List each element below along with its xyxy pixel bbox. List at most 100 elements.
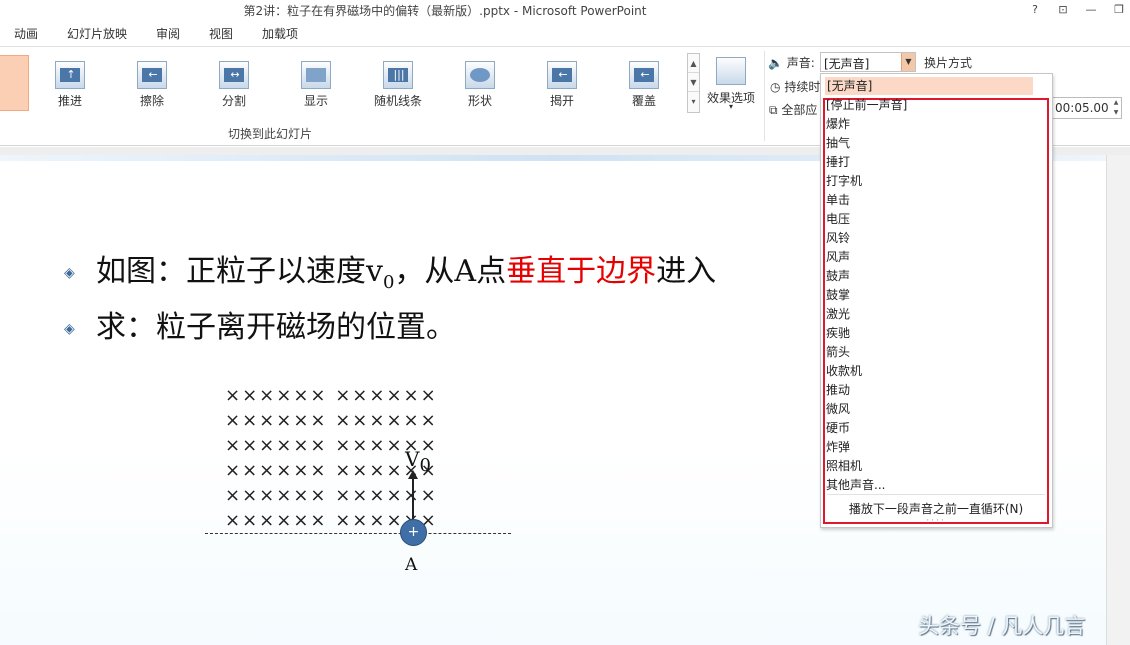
- dropdown-item[interactable]: 其他声音...: [826, 476, 1046, 495]
- dropdown-item[interactable]: 爆炸: [826, 115, 1046, 134]
- effect-options-icon: [716, 57, 746, 85]
- dropdown-item[interactable]: 硬币: [826, 419, 1046, 438]
- minimize-button[interactable]: —: [1080, 1, 1102, 19]
- tab-addins[interactable]: 加载项: [262, 25, 298, 42]
- sound-select[interactable]: [无声音] ▼: [820, 52, 916, 72]
- time-spinner[interactable]: ▲ ▼: [1111, 98, 1121, 118]
- tab-slideshow[interactable]: 幻灯片放映: [67, 25, 127, 42]
- duration-label: 持续时: [784, 80, 821, 94]
- resize-grip-icon[interactable]: ····: [825, 516, 1047, 526]
- push-icon: ↑: [55, 61, 85, 89]
- dropdown-item[interactable]: 单击: [826, 191, 1046, 210]
- dropdown-item[interactable]: 收款机: [826, 362, 1046, 381]
- bullet-1-mid: ，从A点: [394, 254, 507, 289]
- loop-sound-option[interactable]: 播放下一段声音之前一直循环(N): [825, 500, 1047, 517]
- bullet-diamond-icon: ◈: [64, 321, 75, 337]
- dropdown-item[interactable]: 微风: [826, 400, 1046, 419]
- effect-label: 覆盖: [631, 94, 656, 108]
- restore-button[interactable]: ❐: [1108, 1, 1130, 19]
- split-icon: ↔: [219, 61, 249, 89]
- scroll-up-icon[interactable]: ▲: [688, 54, 699, 73]
- apply-all-button[interactable]: ⧉ 全部应: [769, 101, 817, 118]
- effect-label: 揭开: [549, 94, 574, 108]
- window-title: 第2讲：粒子在有界磁场中的偏转（最新版）.pptx - Microsoft Po…: [243, 4, 647, 18]
- slide-bullet-2: ◈ 求：粒子离开磁场的位置。: [64, 302, 456, 346]
- velocity-label: V0: [405, 447, 431, 476]
- clock-icon: ◷: [770, 80, 781, 94]
- group-divider: [764, 51, 765, 141]
- cover-icon: ←: [629, 61, 659, 89]
- sound-row: 🔈 声音:: [768, 54, 815, 71]
- advance-label: 换片方式: [924, 56, 973, 70]
- dropdown-item[interactable]: 鼓掌: [826, 286, 1046, 305]
- effect-label: 推进: [57, 94, 82, 108]
- advance-time-value: 00:05.00: [1055, 101, 1109, 115]
- bullet-diamond-icon: ◈: [64, 265, 75, 281]
- effect-label: 分割: [221, 94, 246, 108]
- effect-wipe-button[interactable]: ← 擦除: [117, 59, 187, 109]
- effect-cover-button[interactable]: ← 覆盖: [609, 59, 679, 109]
- bullet-2-text: 求：粒子离开磁场的位置。: [96, 310, 456, 345]
- effect-label: 显示: [303, 94, 328, 108]
- advance-time-input[interactable]: 00:05.00 ▲ ▼: [1052, 97, 1122, 119]
- vertical-scrollbar[interactable]: [1106, 155, 1130, 645]
- sound-label: 声音:: [786, 56, 815, 70]
- tab-review[interactable]: 审阅: [156, 25, 180, 42]
- dropdown-item[interactable]: [停止前一声音]: [826, 96, 1046, 115]
- scroll-down-icon[interactable]: ▼: [688, 73, 699, 92]
- effect-shape-button[interactable]: 形状: [445, 59, 515, 109]
- slide-bullet-1: ◈ 如图：正粒子以速度v0，从A点垂直于边界进入: [64, 246, 716, 293]
- dropdown-item[interactable]: 电压: [826, 210, 1046, 229]
- dropdown-item[interactable]: 疾驰: [826, 324, 1046, 343]
- random-bars-icon: |||: [383, 61, 413, 89]
- dropdown-item[interactable]: 打字机: [826, 172, 1046, 191]
- velocity-arrow: [412, 476, 414, 520]
- dropdown-item[interactable]: 箭头: [826, 343, 1046, 362]
- effect-label: 擦除: [139, 94, 164, 108]
- field-boundary-line: [205, 533, 511, 534]
- dropdown-item[interactable]: 照相机: [826, 457, 1046, 476]
- dropdown-item[interactable]: 推动: [826, 381, 1046, 400]
- effect-options-button[interactable]: 效果选项 ▾: [703, 55, 759, 115]
- group-label: 切换到此幻灯片: [227, 127, 312, 141]
- reveal-icon: [301, 61, 331, 89]
- wipe-icon: ←: [137, 61, 167, 89]
- ribbon-display-icon[interactable]: ⊡: [1052, 1, 1074, 19]
- velocity-subscript: 0: [382, 272, 395, 293]
- sound-select-value: [无声音]: [824, 57, 870, 71]
- field-row: ×××××× ××××××: [225, 485, 438, 506]
- dropdown-item[interactable]: 风铃: [826, 229, 1046, 248]
- dropdown-item[interactable]: 激光: [826, 305, 1046, 324]
- gallery-scrollbar[interactable]: ▲ ▼ ▾: [687, 53, 700, 113]
- tab-view[interactable]: 视图: [209, 25, 233, 42]
- dropdown-item[interactable]: 风声: [826, 248, 1046, 267]
- effect-reveal-button[interactable]: 显示: [281, 59, 351, 109]
- point-a-label: A: [405, 555, 418, 575]
- watermark: 头条号 / 凡人几言: [918, 614, 1086, 638]
- dropdown-item[interactable]: 捶打: [826, 153, 1046, 172]
- effect-label: 形状: [467, 94, 492, 108]
- effect-push-button[interactable]: ↑ 推进: [35, 59, 105, 109]
- dropdown-item[interactable]: 炸弹: [826, 438, 1046, 457]
- effect-label: 随机线条: [373, 94, 422, 108]
- effect-split-button[interactable]: ↔ 分割: [199, 59, 269, 109]
- effect-random-bars-button[interactable]: ||| 随机线条: [363, 59, 433, 109]
- dropdown-item-no-sound[interactable]: [无声音]: [825, 77, 1033, 95]
- gallery-more-icon[interactable]: ▾: [688, 92, 699, 111]
- help-button[interactable]: ?: [1024, 1, 1046, 19]
- shape-icon: [465, 61, 495, 89]
- dropdown-item[interactable]: 抽气: [826, 134, 1046, 153]
- speaker-icon: 🔈: [768, 56, 783, 70]
- chevron-down-icon[interactable]: ▼: [901, 53, 915, 71]
- field-row: ×××××× ××××××: [225, 385, 438, 406]
- bullet-1-text: 如图：正粒子以速度v: [96, 254, 383, 289]
- title-bar: 第2讲：粒子在有界磁场中的偏转（最新版）.pptx - Microsoft Po…: [0, 0, 1130, 20]
- ribbon-tabs: 动画 幻灯片放映 审阅 视图 加载项: [0, 20, 1130, 46]
- effect-uncover-button[interactable]: ← 揭开: [527, 59, 597, 109]
- bullet-1-suffix: 进入: [656, 254, 717, 289]
- dropdown-divider: [827, 494, 1045, 495]
- tab-animations[interactable]: 动画: [14, 25, 38, 42]
- dropdown-item[interactable]: 鼓声: [826, 267, 1046, 286]
- selected-effect-button[interactable]: [0, 55, 29, 111]
- apply-all-label: 全部应: [781, 103, 818, 117]
